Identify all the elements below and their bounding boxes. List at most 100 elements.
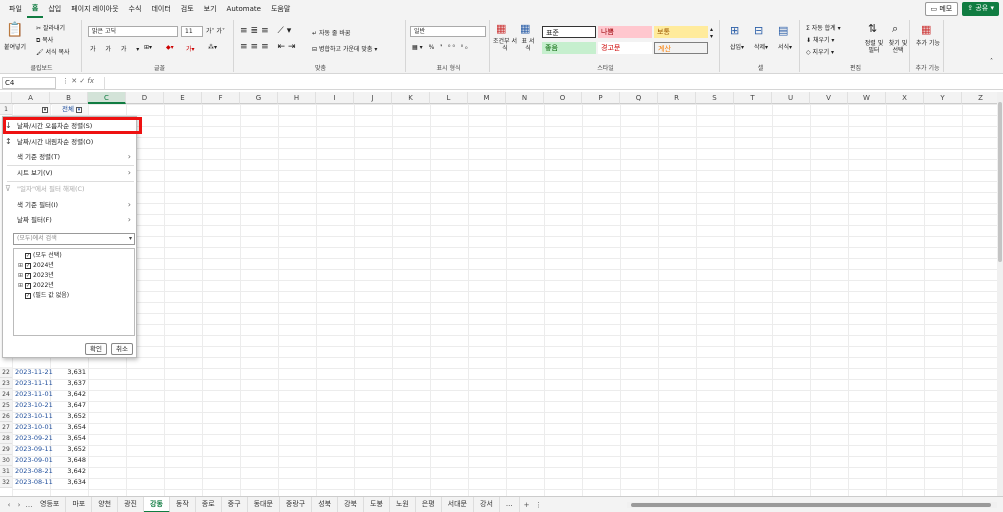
horizontal-scroll-thumb[interactable] [631,502,991,507]
date-cell[interactable]: 2023-11-21 [15,367,53,378]
row-header[interactable]: 25 [0,400,12,411]
share-button[interactable]: ⇪ 공유 ▾ [962,2,999,16]
column-header-i[interactable]: I [316,92,354,104]
column-header-p[interactable]: P [582,92,620,104]
expand-icon[interactable]: ⊞ [18,281,23,291]
sheet-tab[interactable]: 마포 [66,496,93,512]
fill-color-icon[interactable]: ◆▾ [166,44,174,51]
format-painter-button[interactable]: 🖌 서식 복사 [36,47,70,56]
tree-year-2022[interactable]: ⊞ ✓ 2022년 [18,281,54,291]
date-cell[interactable]: 2023-11-11 [15,378,53,389]
sheet-tab[interactable]: 성북 [312,496,339,512]
tree-select-all[interactable]: ✓ (모두 선택) [18,251,62,261]
filter-by-color-item[interactable]: 색 기준 필터(I) › [3,198,136,212]
tab-menu-icon[interactable]: ⋮ [534,501,544,509]
tab-page-layout[interactable]: 페이지 레이아웃 [66,0,123,18]
style-normal[interactable]: 표준 [542,26,596,38]
sheet-view-item[interactable]: 시트 보기(V) › [3,166,136,180]
row-header[interactable]: 22 [0,367,12,378]
name-box[interactable]: C4 [2,77,56,89]
column-header-x[interactable]: X [886,92,924,104]
style-warning[interactable]: 경고문 [598,42,652,54]
ok-button[interactable]: 확인 [85,343,107,355]
tree-blanks[interactable]: ✓ (필드 값 없음) [18,291,69,301]
number-format-select[interactable]: 일반 [410,26,486,37]
column-header-u[interactable]: U [772,92,810,104]
style-good[interactable]: 좋음 [542,42,596,54]
phonetic-icon[interactable]: ⁂▾ [208,44,217,51]
value-cell[interactable]: 3,631 [52,367,88,378]
merge-center-button[interactable]: ⊟ 병합하고 가운데 맞춤 ▾ [312,44,377,53]
format-cells-button[interactable]: 서식▾ [778,42,792,51]
cut-button[interactable]: ✂ 잘라내기 [36,23,65,32]
font-color-icon[interactable]: 가▾ [186,44,195,53]
tab-insert[interactable]: 삽입 [43,0,66,18]
font-size-select[interactable]: 11 [181,26,203,37]
vertical-scrollbar[interactable] [997,92,1003,496]
sheet-tab[interactable]: 동작 [170,496,196,512]
conditional-format-button[interactable]: 조건부 서식 [493,38,517,52]
horizontal-align-icons[interactable]: ≡≡≡ ⇤⇥ [240,42,299,52]
sheet-tab[interactable]: 양천 [92,496,119,512]
checkbox-icon[interactable]: ✓ [25,283,31,289]
row-header[interactable]: 23 [0,378,12,389]
date-cell[interactable]: 2023-09-11 [15,444,53,455]
find-select-button[interactable]: 찾기 및 선택 [886,40,910,54]
sheet-tab[interactable]: 서대문 [442,496,474,512]
sort-descending-item[interactable]: ↕ 날짜/시간 내림차순 정렬(O) [3,135,136,149]
value-cell[interactable]: 3,634 [52,477,88,488]
font-grow-button[interactable]: 가˄ 가˅ [206,26,225,35]
column-header-z[interactable]: Z [962,92,997,104]
column-header-o[interactable]: O [544,92,582,104]
column-header-q[interactable]: Q [620,92,658,104]
sheet-tab[interactable]: 영등포 [34,496,67,512]
vertical-scroll-thumb[interactable] [998,102,1002,262]
value-cell[interactable]: 3,637 [52,378,88,389]
collapse-ribbon-icon[interactable]: ˄ [990,58,993,65]
column-header-m[interactable]: M [468,92,506,104]
header-b1[interactable]: 전체 ▾ [52,104,88,115]
autosum-button[interactable]: Σ 자동 합계 ▾ [806,23,841,32]
row-header[interactable]: 30 [0,455,12,466]
tab-file[interactable]: 파일 [4,0,27,18]
select-all-corner[interactable] [0,92,12,104]
cancel-button[interactable]: 취소 [111,343,133,355]
column-header-n[interactable]: N [506,92,544,104]
value-cell[interactable]: 3,642 [52,466,88,477]
value-cell[interactable]: 3,647 [52,400,88,411]
memo-button[interactable]: ▭ 메모 [924,2,959,16]
value-cell[interactable]: 3,654 [52,433,88,444]
tab-home[interactable]: 홈 [26,0,44,18]
copy-button[interactable]: ⧉ 복사 [36,35,53,45]
column-header-f[interactable]: F [202,92,240,104]
tree-year-2024[interactable]: ⊞ ✓ 2024년 [18,261,54,271]
value-cell[interactable]: 3,652 [52,411,88,422]
sheet-tab[interactable]: 노원 [390,496,416,512]
insert-cells-button[interactable]: 삽입▾ [730,42,744,51]
column-header-w[interactable]: W [848,92,886,104]
tab-view[interactable]: 보기 [199,0,222,18]
column-header-b[interactable]: B [50,92,88,104]
date-cell[interactable]: 2023-11-01 [15,389,53,400]
row-header[interactable]: 28 [0,433,12,444]
wrap-text-button[interactable]: ↵ 자동 줄 바꿈 [312,28,350,37]
tab-data[interactable]: 데이터 [146,0,175,18]
value-cell[interactable]: 3,642 [52,389,88,400]
column-header-a[interactable]: A [12,92,50,104]
more-sheets-icon[interactable]: … [24,501,34,509]
date-cell[interactable]: 2023-10-11 [15,411,53,422]
row-header[interactable]: 26 [0,411,12,422]
date-cell[interactable]: 2023-10-21 [15,400,53,411]
table-format-button[interactable]: 표 서식 [519,38,537,52]
sort-filter-button[interactable]: 정렬 및 필터 [862,40,886,54]
sheet-tab[interactable]: 중랑구 [280,496,313,512]
fill-button[interactable]: ⬇ 채우기 ▾ [806,35,834,44]
checkbox-icon[interactable]: ✓ [25,253,31,259]
font-name-select[interactable]: 맑은 고딕 [88,26,178,37]
tab-formulas[interactable]: 수식 [124,0,147,18]
date-cell[interactable]: 2023-08-11 [15,477,53,488]
addins-button[interactable]: 추가 기능 [916,40,940,47]
date-cell[interactable]: 2023-10-01 [15,422,53,433]
filter-button-a1[interactable]: ▾ [14,104,50,115]
column-header-y[interactable]: Y [924,92,962,104]
